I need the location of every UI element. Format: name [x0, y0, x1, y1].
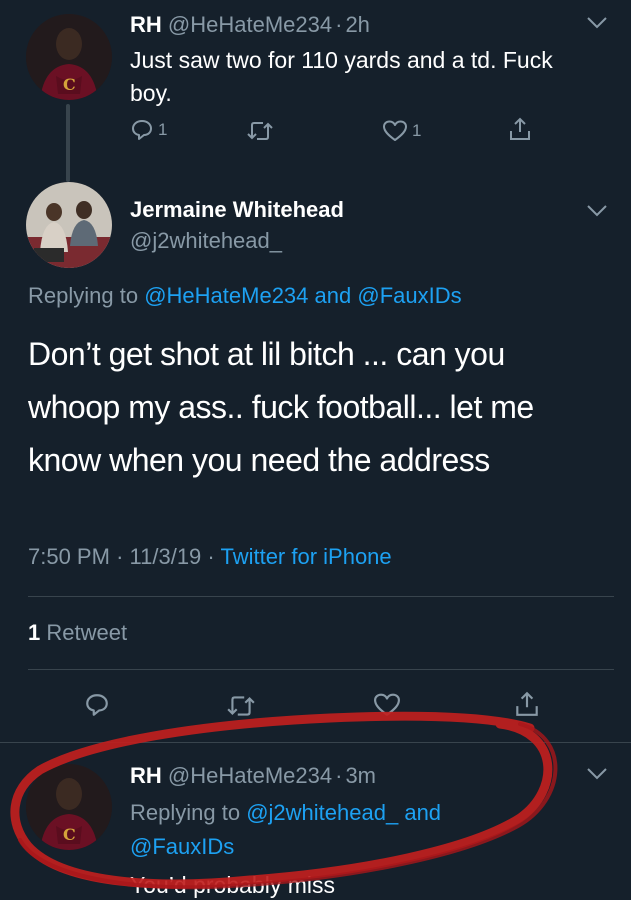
tweet-text-line: boy.	[130, 80, 172, 106]
tweet1-header: RH @HeHateMe234 · 2h	[130, 12, 370, 38]
like-icon	[374, 693, 400, 716]
divider	[0, 742, 631, 743]
tweet1-text: Just saw two for 110 yards and a td. Fuc…	[130, 44, 553, 110]
separator: ·	[335, 763, 343, 788]
replying-to: Replying to @j2whitehead_ and @FauxIDs	[130, 796, 441, 864]
divider	[28, 596, 614, 597]
author-handle[interactable]: @HeHateMe234	[168, 763, 332, 788]
retweet-icon	[227, 696, 255, 716]
share-icon	[510, 117, 530, 140]
tweet-time[interactable]: 3m	[345, 763, 376, 788]
reply-handle-link[interactable]: @FauxIDs	[130, 834, 234, 859]
like-button[interactable]	[372, 692, 402, 718]
reply-and: and	[404, 800, 442, 825]
like-button[interactable]: 1	[382, 119, 421, 143]
retweet-count: 1	[28, 620, 41, 645]
retweet-icon	[247, 122, 273, 140]
retweet-button[interactable]	[226, 694, 256, 718]
retweet-stats[interactable]: 1 Retweet	[28, 620, 127, 646]
retweet-label: Retweet	[46, 620, 128, 645]
tweet-time[interactable]: 2h	[345, 12, 369, 37]
avatar-jermaine[interactable]	[26, 182, 112, 268]
divider	[28, 669, 614, 670]
separator: ·	[335, 12, 343, 37]
tweet-text-line: Just saw two for 110 yards and a td. Fuc…	[130, 47, 553, 73]
replying-to: Replying to @HeHateMe234 and @FauxIDs	[28, 283, 462, 309]
replying-prefix: Replying to	[130, 800, 241, 825]
reply-count: 1	[158, 120, 168, 139]
author-name[interactable]: Jermaine Whitehead	[130, 197, 344, 223]
avatar-rh[interactable]: C	[26, 764, 112, 850]
chevron-down-icon[interactable]	[586, 767, 608, 781]
reply-handle-link[interactable]: @FauxIDs	[357, 283, 461, 308]
like-count: 1	[412, 121, 422, 140]
chevron-down-icon[interactable]	[586, 16, 608, 30]
thread-line	[66, 104, 70, 182]
avatar-rh[interactable]: C	[26, 14, 112, 100]
share-button[interactable]	[514, 690, 540, 718]
retweet-button[interactable]	[246, 120, 274, 142]
tweet-time[interactable]: 7:50 PM	[28, 544, 110, 569]
reply-handle-link[interactable]: @j2whitehead_	[246, 800, 398, 825]
share-button[interactable]	[508, 116, 532, 142]
reply-tweet-header: RH @HeHateMe234 · 3m	[130, 763, 376, 789]
author-name[interactable]: RH	[130, 763, 162, 788]
tweet-text-line: Don’t get shot at lil bitch ... can you	[28, 336, 505, 372]
tweet-text-line: know when you need the address	[28, 442, 490, 478]
reply-icon	[132, 120, 152, 140]
like-icon	[383, 120, 407, 141]
replying-prefix: Replying to	[28, 283, 139, 308]
share-icon	[516, 691, 538, 716]
separator: ·	[116, 544, 124, 569]
reply-button[interactable]: 1	[130, 118, 167, 142]
author-name[interactable]: RH	[130, 12, 162, 37]
separator: ·	[207, 544, 215, 569]
tweet-meta: 7:50 PM · 11/3/19 · Twitter for iPhone	[28, 544, 392, 570]
reply-icon	[86, 694, 108, 716]
svg-text:C: C	[63, 825, 76, 844]
tweet-text-line: whoop my ass.. fuck football... let me	[28, 389, 534, 425]
reply-handle-link[interactable]: @HeHateMe234	[144, 283, 308, 308]
tweet-source-link[interactable]: Twitter for iPhone	[220, 544, 391, 569]
svg-text:C: C	[63, 75, 76, 94]
reply-tweet-text: You’d probably miss	[130, 872, 335, 898]
reply-and: and	[314, 283, 352, 308]
tweet-date[interactable]: 11/3/19	[130, 544, 202, 569]
reply-button[interactable]	[84, 692, 110, 718]
chevron-down-icon[interactable]	[586, 204, 608, 218]
author-handle[interactable]: @HeHateMe234	[168, 12, 332, 37]
author-handle[interactable]: @j2whitehead_	[130, 228, 282, 254]
main-tweet-text: Don’t get shot at lil bitch ... can you …	[28, 328, 534, 487]
